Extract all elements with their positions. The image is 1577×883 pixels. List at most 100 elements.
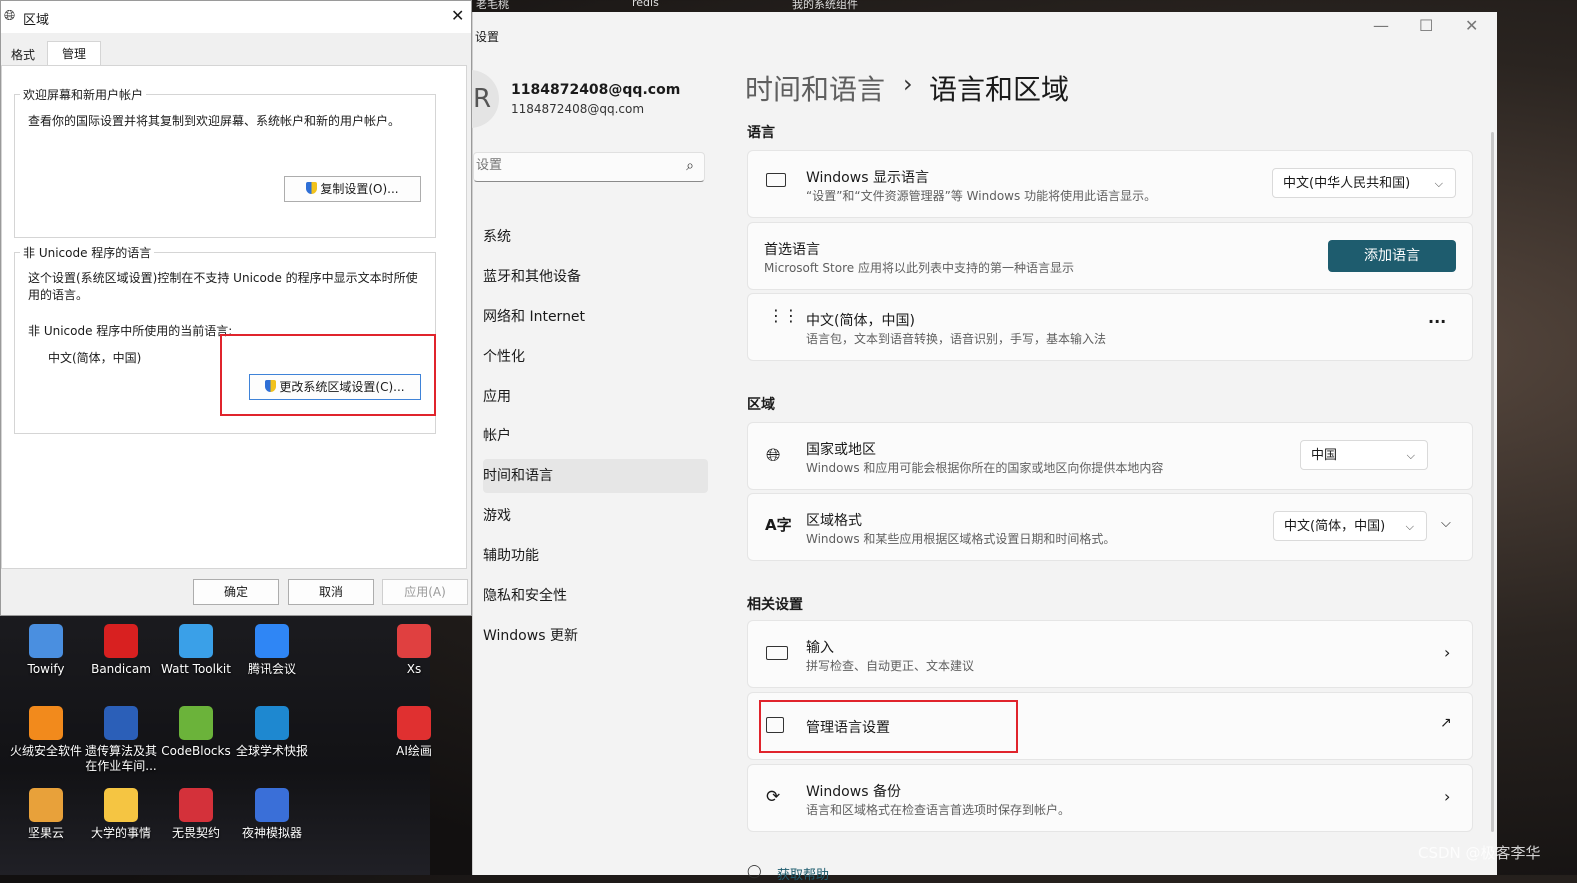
desktop-icon-label: Towify <box>27 662 65 676</box>
backup-title: Windows 备份 <box>806 784 901 800</box>
desktop-icon-label: 遗传算法及其在作业车间... <box>84 744 157 773</box>
app-icon <box>179 624 213 658</box>
desktop-icon[interactable]: 无畏契约 <box>158 788 234 841</box>
regional-format-dropdown[interactable]: 中文(简体，中国) ⌵ <box>1273 511 1427 541</box>
app-icon <box>29 624 63 658</box>
copy-settings-label: 复制设置(O)... <box>320 182 399 196</box>
watermark: CSDN @极客李华 <box>1418 844 1541 862</box>
sidebar-item[interactable]: 时间和语言 <box>483 459 708 493</box>
drag-handle-icon[interactable]: ⋮⋮ <box>768 308 799 324</box>
regional-format-sub: Windows 和某些应用根据区域格式设置日期和时间格式。 <box>806 532 1116 546</box>
dialog-close-icon[interactable]: ✕ <box>451 6 464 25</box>
get-help-link[interactable]: 获取帮助 <box>777 864 829 883</box>
display-language-card: Windows 显示语言 “设置”和“文件资源管理器”等 Windows 功能将… <box>747 150 1473 218</box>
sidebar-item[interactable]: 辅助功能 <box>483 539 708 573</box>
sidebar-item[interactable]: 隐私和安全性 <box>483 579 708 613</box>
settings-window: — ☐ ✕ 设置 R 1184872408@qq.com 1184872408@… <box>453 12 1497 883</box>
desktop-icon-label: 大学的事情 <box>90 826 151 840</box>
country-sub: Windows 和应用可能会根据你所在的国家或地区向你提供本地内容 <box>806 461 1164 475</box>
desktop-icon-label: AI绘画 <box>396 744 432 758</box>
sidebar-item-label: 个性化 <box>483 349 525 365</box>
backup-sync-icon: ⟳ <box>766 787 781 807</box>
sidebar-item[interactable]: Windows 更新 <box>483 619 708 653</box>
app-icon <box>104 624 138 658</box>
preferred-language-title: 首选语言 <box>764 242 820 258</box>
desktop-icon[interactable]: 大学的事情 <box>83 788 159 841</box>
close-icon[interactable]: ✕ <box>1465 16 1478 35</box>
sidebar-item-label: 帐户 <box>483 428 511 444</box>
search-box[interactable]: ⌕ <box>473 152 705 182</box>
chevron-right-icon: › <box>1444 787 1451 806</box>
scrollbar[interactable] <box>1491 132 1494 832</box>
highlight-box-locale <box>220 334 436 416</box>
desktop-icon[interactable]: 火绒安全软件 <box>8 706 84 759</box>
sidebar-item[interactable]: 帐户 <box>483 419 708 453</box>
search-input[interactable] <box>474 157 668 174</box>
input-card[interactable]: 输入 拼写检查、自动更正、文本建议 › <box>747 620 1473 688</box>
desktop-icon[interactable]: 坚果云 <box>8 788 84 841</box>
section-related: 相关设置 <box>747 597 803 613</box>
minimize-icon[interactable]: — <box>1373 16 1389 35</box>
regional-format-value: 中文(简体，中国) <box>1284 519 1386 534</box>
desktop-icon-label: 腾讯会议 <box>247 662 296 676</box>
desktop-icon[interactable]: Xs <box>376 624 452 677</box>
sidebar-item[interactable]: 应用 <box>483 380 708 414</box>
desktop-icon[interactable]: CodeBlocks <box>158 706 234 759</box>
expand-chevron-icon[interactable]: ⌵ <box>1441 516 1451 531</box>
country-value: 中国 <box>1311 448 1338 463</box>
app-icon <box>397 706 431 740</box>
desktop-icon[interactable]: Towify <box>8 624 84 677</box>
breadcrumb-parent[interactable]: 时间和语言 <box>745 68 885 108</box>
desktop-icons: Towify Bandicam Watt Toolkit 腾讯会议 Xs 火绒安全软件 遗传… <box>0 612 432 875</box>
sidebar-item[interactable]: 蓝牙和其他设备 <box>483 260 708 294</box>
desktop-icon[interactable]: 夜神模拟器 <box>234 788 310 841</box>
desktop-icon[interactable]: 全球学术快报 <box>234 706 310 759</box>
top-strip-item: 老毛桃 <box>476 0 509 11</box>
chevron-down-icon: ⌵ <box>1405 520 1414 533</box>
desktop-icon[interactable]: 遗传算法及其在作业车间... <box>83 706 159 774</box>
app-icon <box>29 706 63 740</box>
tab-format[interactable]: 格式 <box>1 45 45 65</box>
desktop-icon[interactable]: Watt Toolkit <box>158 624 234 677</box>
apply-button[interactable]: 应用(A) <box>382 579 468 605</box>
top-strip: 老毛桃 redis 我的系统组件 <box>470 0 1500 12</box>
sidebar-item[interactable]: 网络和 Internet <box>483 300 708 334</box>
sidebar-item[interactable]: 游戏 <box>483 499 708 533</box>
add-language-button[interactable]: 添加语言 <box>1328 240 1456 272</box>
user-name: 1184872408@qq.com <box>511 82 681 98</box>
cancel-button[interactable]: 取消 <box>288 579 374 605</box>
maximize-icon[interactable]: ☐ <box>1419 16 1433 35</box>
top-strip-item: 我的系统组件 <box>792 0 858 11</box>
country-dropdown[interactable]: 中国 ⌵ <box>1300 440 1428 470</box>
desktop-icon-label: CodeBlocks <box>161 744 231 758</box>
sidebar-item[interactable]: 个性化 <box>483 340 708 374</box>
top-strip-item: redis <box>632 0 659 9</box>
chinese-language-item[interactable]: ⋮⋮ 中文(简体，中国) 语言包，文本到语音转换，语音识别，手写，基本输入法 ·… <box>747 293 1473 361</box>
copy-settings-button[interactable]: 复制设置(O)... <box>284 176 421 202</box>
display-language-dropdown[interactable]: 中文(中华人民共和国) ⌵ <box>1272 168 1456 198</box>
uac-shield-icon <box>306 182 318 194</box>
chevron-down-icon: ⌵ <box>1406 449 1415 462</box>
backup-card[interactable]: ⟳ Windows 备份 语言和区域格式在检查语言首选项时保存到帐户。 › <box>747 764 1473 832</box>
app-icon <box>104 788 138 822</box>
tab-admin[interactable]: 管理 <box>47 41 101 66</box>
user-email: 1184872408@qq.com <box>511 102 645 116</box>
help-icon: ◯ <box>747 864 762 879</box>
desktop-icon-label: 全球学术快报 <box>235 744 308 758</box>
regional-format-card[interactable]: A字 区域格式 Windows 和某些应用根据区域格式设置日期和时间格式。 中文… <box>747 493 1473 561</box>
desktop-icon[interactable]: 腾讯会议 <box>234 624 310 677</box>
sidebar-item[interactable]: 系统 <box>483 220 708 254</box>
desktop-icon[interactable]: Bandicam <box>83 624 159 677</box>
desktop-icon-label: Xs <box>406 662 422 676</box>
monitor-icon <box>766 173 786 187</box>
input-title: 输入 <box>806 640 834 656</box>
desktop-icon[interactable]: AI绘画 <box>376 706 452 759</box>
ok-button[interactable]: 确定 <box>193 579 279 605</box>
region-dialog: 🌐︎ 区域 ✕ 格式 管理 欢迎屏幕和新用户帐户 查看你的国际设置并将其复制到欢… <box>0 0 472 616</box>
app-title: 设置 <box>475 30 500 44</box>
sidebar-item-label: 辅助功能 <box>483 548 539 564</box>
input-sub: 拼写检查、自动更正、文本建议 <box>806 659 975 673</box>
section-region: 区域 <box>747 397 775 413</box>
external-link-icon: ↗ <box>1440 715 1452 731</box>
more-options-icon[interactable]: ··· <box>1428 312 1446 331</box>
